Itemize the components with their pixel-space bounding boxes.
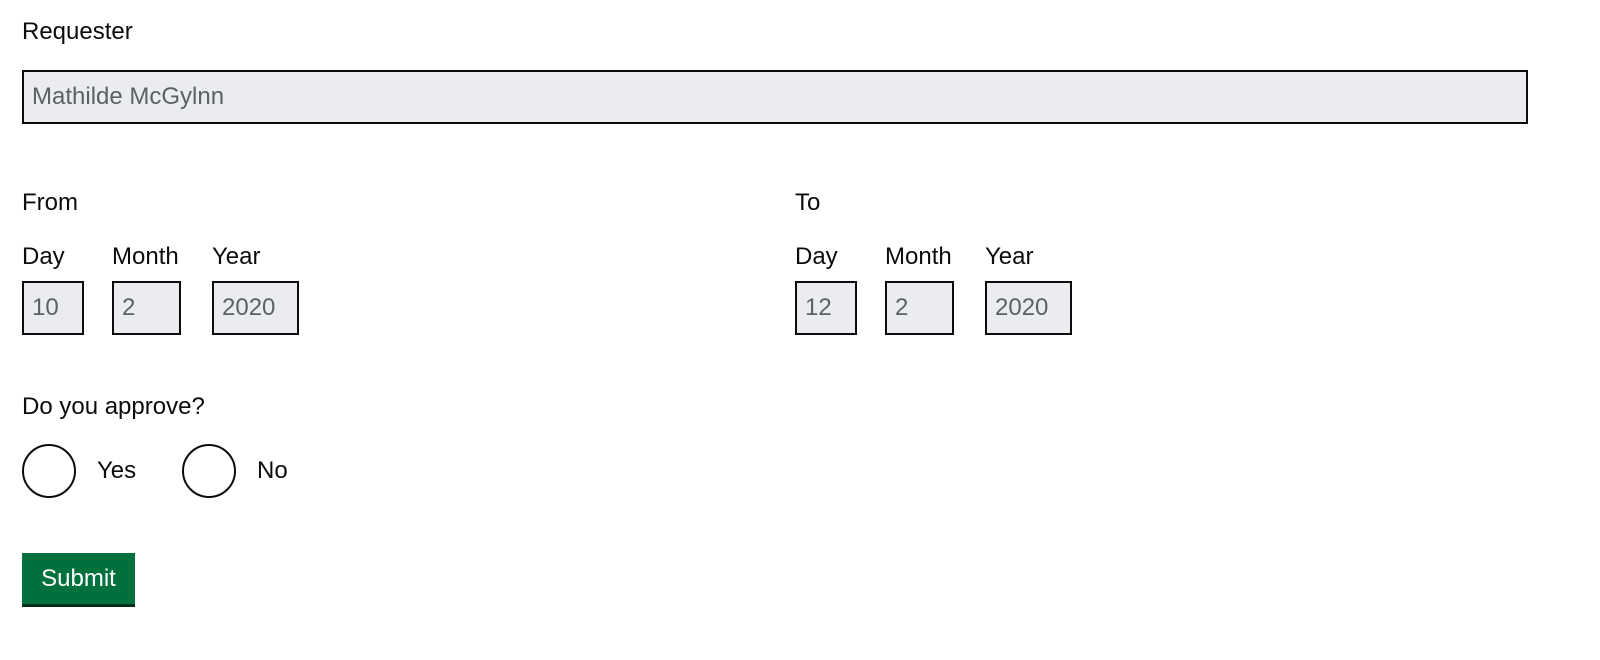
from-month-label: Month (112, 243, 179, 270)
requester-label: Requester (22, 18, 133, 45)
to-month-input[interactable] (885, 281, 954, 335)
from-year-input[interactable] (212, 281, 299, 335)
radio-no[interactable] (182, 444, 236, 498)
radio-yes[interactable] (22, 444, 76, 498)
submit-button[interactable]: Submit (22, 553, 135, 604)
approval-question: Do you approve? (22, 393, 205, 420)
from-label: From (22, 189, 78, 216)
to-year-input[interactable] (985, 281, 1072, 335)
requester-input[interactable] (22, 70, 1528, 124)
to-day-input[interactable] (795, 281, 857, 335)
to-year-label: Year (985, 243, 1034, 270)
to-month-label: Month (885, 243, 952, 270)
radio-yes-label[interactable]: Yes (97, 456, 136, 486)
to-label: To (795, 189, 821, 216)
to-day-label: Day (795, 243, 838, 270)
from-year-label: Year (212, 243, 261, 270)
radio-no-label[interactable]: No (257, 456, 288, 486)
from-day-label: Day (22, 243, 65, 270)
from-day-input[interactable] (22, 281, 84, 335)
from-month-input[interactable] (112, 281, 181, 335)
